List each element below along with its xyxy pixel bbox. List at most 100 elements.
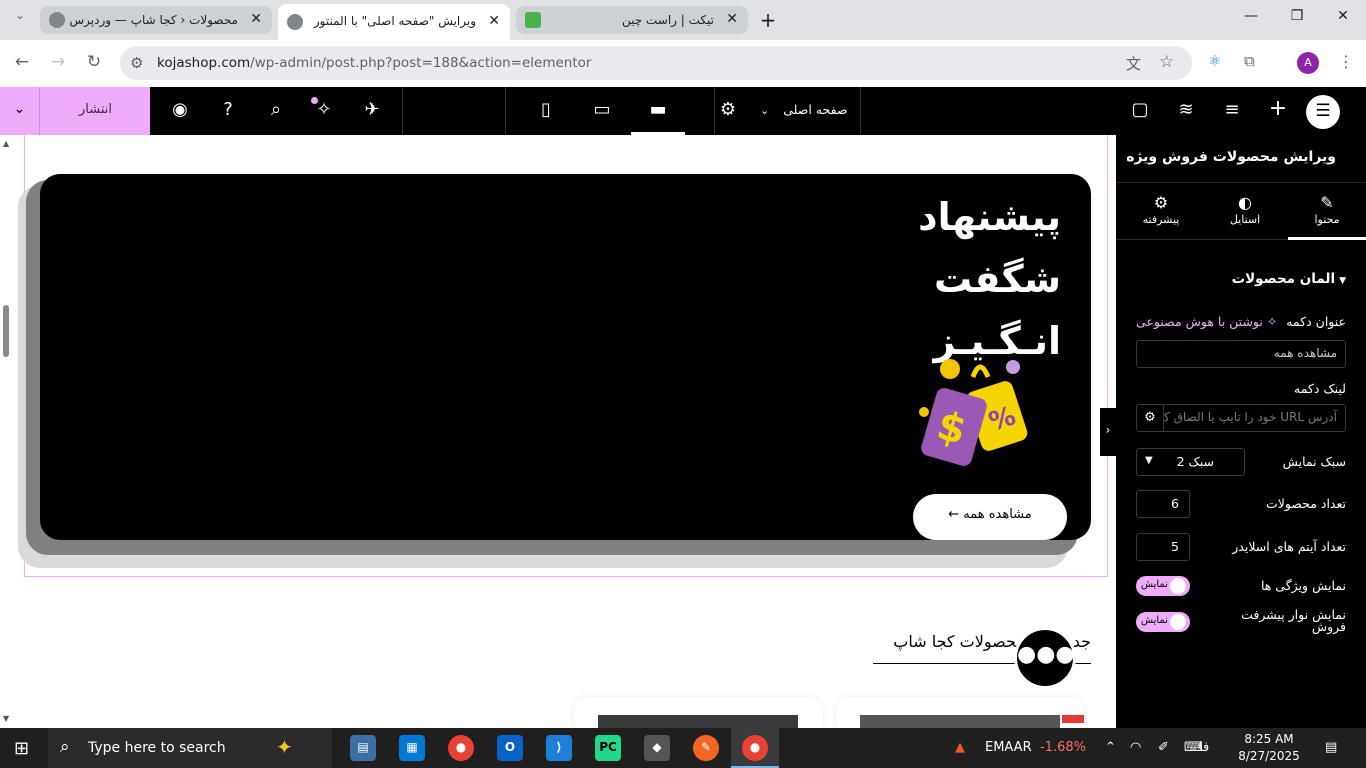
chevron-down-icon[interactable]: ⌄ — [0, 87, 40, 135]
button-title-input[interactable]: مشاهده همه — [1136, 340, 1346, 368]
display-style-select[interactable]: سبک 2 ▼ — [1136, 448, 1245, 476]
bookmark-star-icon[interactable]: ☆ — [1159, 52, 1174, 72]
clock-date: 8/27/2025 — [1238, 749, 1300, 763]
tab-content[interactable]: ✎ محتوا — [1288, 183, 1366, 240]
section-toggle-products[interactable]: ▼المان محصولات — [1232, 271, 1346, 287]
restore-icon[interactable]: ❐ — [1274, 8, 1320, 24]
tab-search-icon[interactable]: ⌄ — [8, 8, 32, 22]
banner-title-line: شگفت — [933, 257, 1061, 301]
page-selector[interactable]: صفحه اصلی ⌄ — [760, 102, 848, 117]
comments-icon[interactable]: ▢ — [1128, 99, 1152, 120]
new-tab-icon[interactable]: + — [756, 8, 780, 32]
show-features-label: نمایش ویژگی ها — [1260, 578, 1346, 593]
url-input[interactable]: ⚙ kojashop.com/wp-admin/post.php?post=18… — [120, 46, 1192, 80]
scroll-up-icon[interactable]: ▲ — [3, 139, 9, 148]
view-all-button[interactable]: مشاهده همه ← — [913, 494, 1067, 540]
publish-button[interactable]: انتشار — [41, 87, 150, 135]
link-options-gear-icon[interactable]: ⚙ — [1136, 404, 1164, 432]
show-progress-toggle[interactable]: نمایش — [1136, 612, 1190, 632]
show-features-toggle[interactable]: نمایش — [1136, 576, 1190, 596]
tray-overflow-icon[interactable]: ⌃ — [1105, 740, 1116, 755]
collapse-panel-chevron-icon[interactable]: › — [1100, 408, 1116, 456]
tab-title: تیکت | راست چین — [622, 13, 714, 27]
divider — [860, 87, 861, 135]
profile-avatar[interactable]: A — [1297, 52, 1319, 74]
preview-eye-icon[interactable]: ◉ — [168, 99, 192, 120]
page-settings-gear-icon[interactable]: ⚙ — [716, 99, 740, 120]
site-settings-icon[interactable]: ⚙ — [130, 54, 143, 72]
product-card[interactable] — [836, 697, 1084, 728]
tab-ticket[interactable]: تیکت | راست چین ✕ — [516, 6, 748, 34]
notification-center-icon[interactable]: ▤ — [1325, 740, 1337, 755]
reload-icon[interactable]: ↻ — [82, 52, 106, 72]
tab-products[interactable]: محصولات ‹ کجا شاپ — وردپرس ✕ — [40, 6, 272, 34]
caret-down-icon: ▼ — [1339, 276, 1346, 286]
url-text: kojashop.com/wp-admin/post.php?post=188&… — [157, 55, 592, 71]
close-window-icon[interactable]: ✕ — [1320, 8, 1366, 24]
tab-advanced[interactable]: ⚙ پیشرفته — [1122, 183, 1200, 240]
postman-icon[interactable]: ✎ — [693, 735, 719, 761]
desktop-device-icon[interactable]: ▬ — [646, 99, 670, 120]
rocket-icon[interactable]: ✈ — [360, 99, 384, 120]
show-progress-label-line: فروش — [1311, 619, 1346, 634]
add-element-icon[interactable]: + — [1266, 96, 1290, 121]
search-icon[interactable]: ⌕ — [264, 99, 288, 120]
close-icon[interactable]: ✕ — [726, 11, 738, 27]
mobile-device-icon[interactable]: ▯ — [534, 99, 558, 120]
elementor-logo-icon[interactable]: ☰ — [1306, 95, 1340, 129]
ai-write-link[interactable]: ✧ نوشتن با هوش مصنوعی — [1136, 314, 1277, 329]
search-icon: ⌕ — [60, 737, 70, 757]
chrome-icon[interactable]: ● — [448, 735, 474, 761]
stock-chart-icon[interactable]: ▲ — [955, 740, 965, 755]
product-card[interactable] — [574, 697, 822, 728]
git-tool-icon[interactable]: ◆ — [644, 735, 670, 761]
network-icon[interactable]: ◠ — [1130, 740, 1141, 755]
tablet-device-icon[interactable]: ▭ — [590, 99, 614, 120]
windows-start-icon[interactable]: ⊞ — [14, 738, 29, 759]
slider-items-input[interactable]: 5 — [1136, 533, 1190, 561]
display-style-label: سبک نمایش — [1282, 454, 1346, 469]
ms-store-icon[interactable]: ▦ — [399, 735, 425, 761]
product-count-input[interactable]: 6 — [1136, 490, 1190, 518]
scroll-down-icon[interactable]: ▼ — [3, 714, 9, 723]
banner-title-line: پیشنهاد — [918, 195, 1061, 239]
tab-elementor-edit[interactable]: ویرایش "صفحه اصلی" با المنتور ✕ — [278, 4, 510, 40]
button-title-label: عنوان دکمه — [1286, 314, 1346, 329]
canvas-scrollbar[interactable]: ▲ ▼ — [0, 135, 14, 728]
banner-title: پیشنهاد شگفت انـگـیـز — [841, 186, 1061, 372]
panel-title: ویرایش محصولات فروش ویژه — [1116, 135, 1366, 183]
structure-layers-icon[interactable]: ≋ — [1174, 99, 1198, 120]
tab-title: ویرایش "صفحه اصلی" با المنتور — [313, 14, 476, 28]
vscode-icon[interactable]: ⟩ — [546, 735, 572, 761]
scroll-thumb[interactable] — [3, 305, 9, 357]
rtl-theme-icon — [525, 12, 541, 28]
button-link-input[interactable]: آدرس URL خود را تایپ یا الصاق ک — [1163, 404, 1346, 432]
menu-dots-icon[interactable]: ⋮ — [1338, 52, 1354, 71]
outlook-icon[interactable]: O — [497, 735, 523, 761]
forward-icon[interactable]: → — [46, 52, 70, 72]
language-indicator[interactable]: فا — [1199, 740, 1209, 755]
minimize-icon[interactable]: — — [1228, 8, 1274, 24]
taskbar-search[interactable]: ⌕ Type here to search ✦ — [48, 728, 332, 768]
extensions-icon[interactable]: ⧉ — [1244, 52, 1255, 70]
pycharm-icon[interactable]: PC — [595, 735, 621, 761]
close-icon[interactable]: ✕ — [488, 13, 500, 29]
pen-icon[interactable]: ✐ — [1158, 740, 1169, 755]
help-icon[interactable]: ? — [216, 99, 240, 120]
tab-style[interactable]: ◐ استایل — [1206, 183, 1284, 240]
stock-name[interactable]: EMAAR — [985, 740, 1032, 755]
product-count-label: تعداد محصولات — [1265, 496, 1346, 511]
chat-support-icon[interactable]: ●●● — [1014, 627, 1076, 689]
special-offer-banner[interactable]: پیشنهاد شگفت انـگـیـز % $ مشاهده همه ← — [40, 174, 1091, 540]
clock-time: 8:25 AM — [1244, 732, 1294, 746]
react-devtools-icon[interactable]: ⚛ — [1208, 52, 1221, 70]
discount-tags-illustration: % $ — [919, 359, 1028, 466]
back-icon[interactable]: ← — [10, 52, 34, 72]
close-icon[interactable]: ✕ — [250, 11, 262, 27]
chrome-profile-icon[interactable]: ● — [742, 735, 768, 761]
site-settings-sliders-icon[interactable]: ≡ — [1220, 99, 1244, 120]
translate-icon[interactable]: 文 — [1126, 53, 1141, 74]
stock-change: -1.68% — [1040, 740, 1086, 755]
file-explorer-icon[interactable]: ▤ — [350, 735, 376, 761]
system-clock[interactable]: 8:25 AM 8/27/2025 — [1226, 731, 1312, 765]
